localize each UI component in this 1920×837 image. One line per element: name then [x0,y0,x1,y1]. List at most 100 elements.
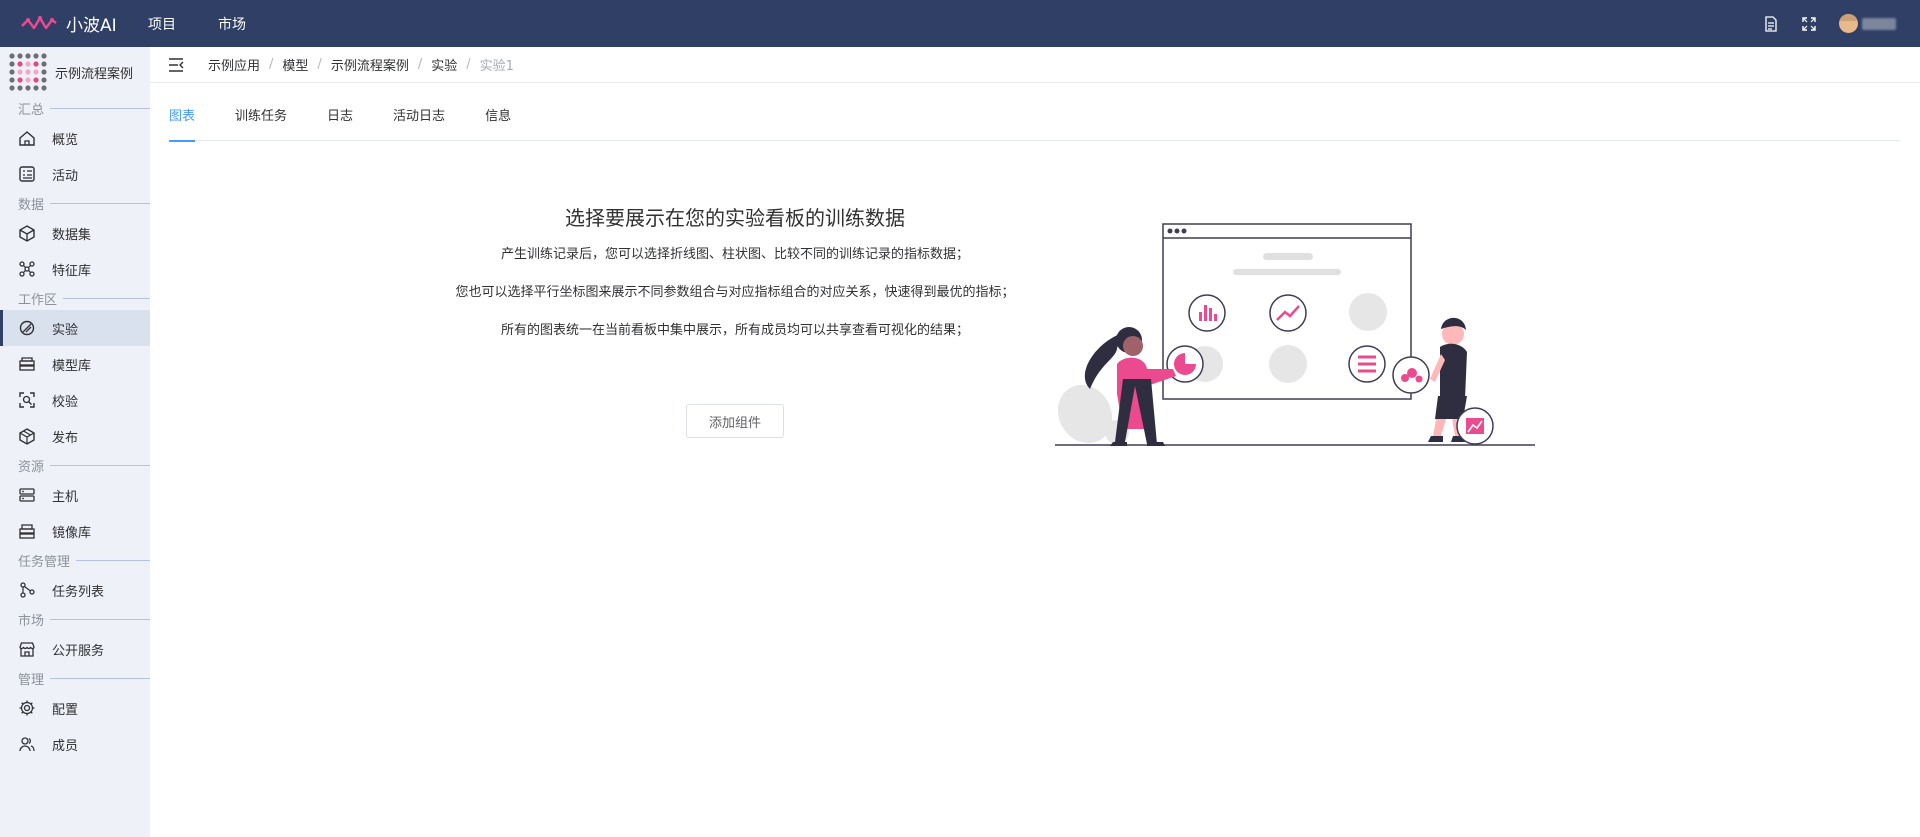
activity-icon [18,165,36,183]
sidebar-item-label: 校验 [52,394,79,410]
sidebar-item-label: 配置 [52,702,79,718]
sidebar-item-label: 活动 [52,168,79,184]
section-divider [50,678,150,679]
server-icon [18,486,36,504]
document-icon[interactable] [1763,15,1779,32]
username-blurred[interactable] [1862,17,1896,30]
section-divider [50,108,150,109]
sidebar-item-5-0[interactable]: 公开服务 [0,631,150,667]
sidebar-section-label: 管理 [18,673,45,688]
sidebar-item-3-0[interactable]: 主机 [0,477,150,513]
sidebar-section-label: 任务管理 [18,555,71,570]
section-divider [50,619,150,620]
tab-2[interactable]: 日志 [327,104,353,141]
breadcrumb-item-2[interactable]: 示例流程案例 [331,55,409,74]
section-divider [76,560,150,561]
menu-collapse-icon[interactable] [167,56,185,74]
sidebar-item-3-1[interactable]: 镜像库 [0,513,150,549]
image-stack-icon [18,522,36,540]
dashboard-illustration [1055,223,1535,446]
sidebar-item-2-0[interactable]: 实验 [0,310,150,346]
sidebar-section-label: 汇总 [18,103,45,118]
app-logo[interactable]: 小波AI [20,11,148,36]
sidebar-section-label: 市场 [18,614,45,629]
empty-state-line-3: 所有的图表统一在当前看板中集中展示，所有成员均可以共享查看可视化的结果； [500,323,969,338]
sidebar-item-label: 成员 [52,738,79,754]
sidebar-item-2-1[interactable]: 模型库 [0,346,150,382]
sidebar-section-4: 任务管理 [0,549,150,572]
sidebar-section-3: 资源 [0,454,150,477]
sidebar-item-4-0[interactable]: 任务列表 [0,572,150,608]
sidebar-menu: 汇总 概览活动 数据 数据集特征库工作区实验模型库校验发布 资源 主机镜像库任务管理任务列… [0,97,150,762]
sidebar: 示例流程案例 汇总 概览活动 数据 数据集特征库工作区实验模型库校验发布 资源 主机镜像库… [0,47,150,837]
breadcrumb-item-0[interactable]: 示例应用 [208,55,260,74]
breadcrumb: 示例应用 / 模型 / 示例流程案例 / 实验 / 实验1 [208,55,514,74]
empty-state-line-1: 产生训练记录后，您可以选择折线图、柱状图、比较不同的训练记录的指标数据； [500,247,969,262]
sidebar-item-1-0[interactable]: 数据集 [0,215,150,251]
sidebar-section-5: 市场 [0,608,150,631]
top-bar: 小波AI 项目 市场 [0,0,1920,47]
scan-icon [18,391,36,409]
sidebar-item-label: 主机 [52,489,79,505]
store-icon [18,640,36,658]
breadcrumb-item-4: 实验1 [479,59,514,74]
tab-0[interactable]: 图表 [169,104,196,142]
share-icon [18,581,36,599]
sidebar-item-0-1[interactable]: 活动 [0,156,150,192]
project-header[interactable]: 示例流程案例 [0,47,150,97]
sidebar-item-6-0[interactable]: 配置 [0,690,150,726]
tab-bar: 图表 训练任务 日志 活动日志 信息 [169,104,1900,142]
project-logo-icon [9,53,47,91]
sidebar-item-label: 概览 [52,132,79,148]
section-divider [63,298,150,299]
breadcrumb-item-3[interactable]: 实验 [431,55,457,74]
box-icon [18,427,36,445]
sidebar-item-label: 数据集 [52,227,92,243]
breadcrumb-item-1[interactable]: 模型 [282,55,308,74]
topnav-item-0[interactable]: 项目 [148,14,176,34]
sidebar-section-label: 资源 [18,460,45,475]
sidebar-section-label: 工作区 [18,293,58,308]
sidebar-section-label: 数据 [18,198,45,213]
avatar[interactable] [1839,14,1858,33]
project-name: 示例流程案例 [55,66,134,82]
nodes-icon [18,260,36,278]
sidebar-item-2-3[interactable]: 发布 [0,418,150,454]
sidebar-item-label: 镜像库 [52,525,92,541]
tab-4[interactable]: 信息 [485,104,511,141]
sidebar-item-2-2[interactable]: 校验 [0,382,150,418]
app-name: 小波AI [66,16,117,36]
users-icon [18,735,36,753]
flask-icon [18,319,36,337]
section-divider [50,203,150,204]
sidebar-item-label: 公开服务 [52,643,105,659]
empty-state: 选择要展示在您的实验看板的训练数据 产生训练记录后，您可以选择折线图、柱状图、比… [430,202,1040,357]
sidebar-item-label: 模型库 [52,358,92,374]
main-content: 示例应用 / 模型 / 示例流程案例 / 实验 / 实验1 图表 训练任务 日志 活动日志 信息 选择要… [150,47,1920,837]
sidebar-item-label: 发布 [52,430,79,446]
top-nav: 项目 市场 [148,14,288,34]
tab-1[interactable]: 训练任务 [235,104,287,141]
fullscreen-icon[interactable] [1801,16,1817,32]
breadcrumb-separator: / [466,57,471,72]
cube-icon [18,224,36,242]
sidebar-item-1-1[interactable]: 特征库 [0,251,150,287]
topnav-item-1[interactable]: 市场 [218,14,246,34]
sidebar-section-2: 工作区 [0,287,150,310]
tab-3[interactable]: 活动日志 [393,104,445,141]
stack-icon [18,355,36,373]
breadcrumb-separator: / [269,57,274,72]
sidebar-item-label: 特征库 [52,263,92,279]
wave-logo-icon [21,15,57,29]
gear-icon [18,699,36,717]
sidebar-item-0-0[interactable]: 概览 [0,120,150,156]
sidebar-section-1: 数据 [0,192,150,215]
empty-state-title: 选择要展示在您的实验看板的训练数据 [565,206,905,230]
add-component-button[interactable]: 添加组件 [686,404,784,438]
sidebar-item-label: 实验 [52,322,79,338]
breadcrumb-bar: 示例应用 / 模型 / 示例流程案例 / 实验 / 实验1 [150,47,1920,83]
sidebar-item-6-1[interactable]: 成员 [0,726,150,762]
sidebar-section-6: 管理 [0,667,150,690]
home-icon [18,129,36,147]
breadcrumb-separator: / [317,57,322,72]
